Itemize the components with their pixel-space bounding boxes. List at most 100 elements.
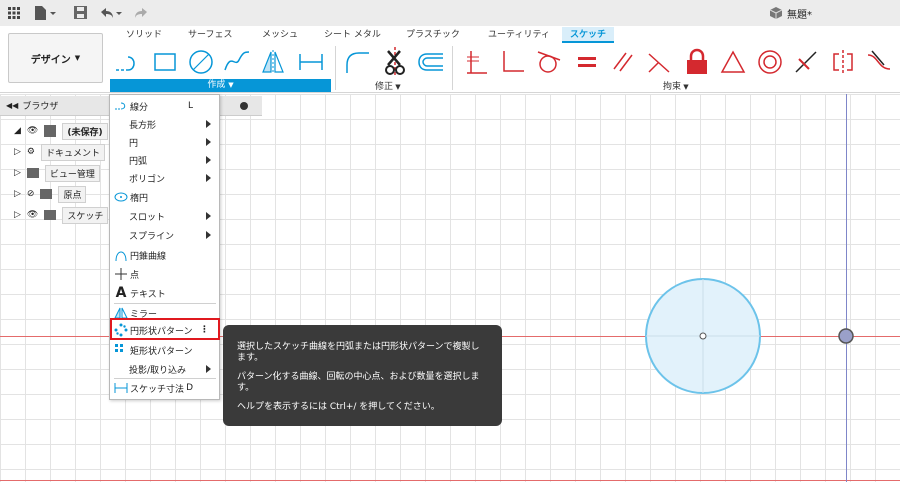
menu-item-spline[interactable]: スプライン — [110, 226, 219, 244]
title-bar: 無題* — [0, 0, 900, 26]
highlight-box — [110, 318, 220, 340]
collapse-icon[interactable]: ◀◀ — [6, 101, 18, 110]
menu-item-label: 矩形状パターン — [130, 346, 193, 357]
tree-item-document[interactable]: ▷ ⚙ ドキュメント — [14, 142, 106, 162]
symmetry-constraint-icon[interactable] — [828, 47, 858, 77]
browser-title: ブラウザ — [22, 102, 59, 112]
menu-item-line[interactable]: 線分 L — [110, 97, 219, 115]
save-icon[interactable] — [72, 4, 88, 21]
fix-constraint-icon[interactable] — [682, 47, 712, 77]
menu-item-label: 点 — [130, 270, 140, 281]
midpoint-constraint-icon[interactable] — [791, 47, 821, 77]
eye-hidden-icon[interactable]: ⊘ — [27, 189, 35, 199]
submenu-arrow-icon — [206, 231, 211, 239]
origin-point-icon[interactable] — [837, 327, 855, 345]
menu-item-project-include[interactable]: 投影/取り込み — [110, 360, 219, 378]
fillet-tool-icon[interactable] — [342, 47, 372, 77]
menu-item-slot[interactable]: スロット — [110, 207, 219, 225]
gear-icon: ⚙ — [26, 147, 35, 157]
tab-utility[interactable]: ユーティリティ — [488, 27, 550, 43]
menu-item-polygon[interactable]: ポリゴン — [110, 169, 219, 187]
menu-item-rectangle[interactable]: 長方形 — [110, 115, 219, 133]
chevron-down-icon: ▼ — [74, 54, 81, 62]
collinear-constraint-icon[interactable] — [644, 47, 674, 77]
modify-group-label: 修正 — [375, 82, 394, 92]
undo-icon[interactable] — [98, 4, 124, 21]
expand-triangle-icon[interactable]: ▷ — [14, 189, 21, 199]
tree-label-origin: 原点 — [58, 185, 87, 203]
apps-grid-icon[interactable] — [6, 4, 22, 21]
constraints-group-dropdown[interactable]: 拘束 ▼ — [663, 79, 689, 92]
tree-item-origin[interactable]: ▷ ⊘ 原点 — [14, 184, 87, 204]
spline-tool-icon[interactable] — [222, 47, 252, 77]
tree-root[interactable]: ◢ 👁 (未保存) — [14, 121, 108, 141]
smooth-constraint-icon[interactable] — [864, 47, 894, 77]
tab-sheet-metal[interactable]: シート メタル — [324, 27, 381, 43]
equal-constraint-icon[interactable] — [572, 47, 602, 77]
expand-triangle-icon[interactable]: ▷ — [14, 168, 21, 178]
menu-item-circle[interactable]: 円 — [110, 133, 219, 151]
tab-sketch[interactable]: スケッチ — [562, 27, 615, 43]
submenu-arrow-icon — [206, 212, 211, 220]
rectangle-tool-icon[interactable] — [150, 47, 180, 77]
document-tab[interactable]: 無題* — [770, 0, 812, 26]
folder-icon — [26, 168, 39, 178]
menu-item-label: スケッチ寸法 — [130, 384, 185, 395]
divider — [452, 46, 453, 90]
submenu-arrow-icon — [206, 120, 211, 128]
menu-item-sketch-dimension[interactable]: スケッチ寸法 D — [110, 379, 219, 397]
submenu-arrow-icon — [206, 138, 211, 146]
line-icon — [113, 98, 129, 114]
dimension-tool-icon[interactable] — [296, 47, 326, 77]
file-menu-icon[interactable] — [33, 4, 59, 21]
expand-triangle-icon[interactable]: ▷ — [14, 210, 21, 220]
expand-triangle-icon[interactable]: ▷ — [14, 147, 21, 157]
tooltip-description: 選択したスケッチ曲線を円弧または円形状パターンで複製します。 — [237, 342, 480, 363]
concentric-constraint-icon[interactable] — [755, 47, 785, 77]
menu-item-conic[interactable]: 円錐曲線 — [110, 246, 219, 264]
eye-icon[interactable]: 👁 — [27, 210, 38, 220]
menu-item-label: 円錐曲線 — [130, 251, 167, 262]
modify-group-dropdown[interactable]: 修正 ▼ — [375, 79, 401, 92]
browser-option-icon[interactable] — [240, 101, 248, 110]
create-group-dropdown[interactable]: 作成 ▼ — [110, 79, 331, 92]
menu-item-arc[interactable]: 円弧 — [110, 151, 219, 169]
menu-item-rectangular-pattern[interactable]: 矩形状パターン — [110, 341, 219, 359]
tab-plastic[interactable]: プラスチック — [406, 27, 460, 43]
triangle-constraint-icon[interactable] — [718, 47, 748, 77]
menu-item-point[interactable]: 点 — [110, 265, 219, 283]
offset-tool-icon[interactable] — [416, 47, 446, 77]
tab-solid[interactable]: ソリッド — [126, 27, 162, 43]
coincident-constraint-icon[interactable] — [463, 47, 493, 77]
menu-item-label: 円 — [129, 138, 139, 149]
component-icon — [44, 125, 57, 137]
menu-item-ellipse[interactable]: 楕円 — [110, 188, 219, 206]
line-tool-icon[interactable] — [113, 47, 143, 77]
trim-tool-icon[interactable] — [380, 47, 410, 77]
perpendicular-constraint-icon[interactable] — [498, 47, 528, 77]
parallel-constraint-icon[interactable] — [608, 47, 638, 77]
circle-tool-icon[interactable] — [186, 47, 216, 77]
tangent-constraint-icon[interactable] — [534, 47, 564, 77]
workspace-label: デザイン — [30, 54, 71, 66]
tab-mesh[interactable]: メッシュ — [262, 27, 298, 43]
workspace-dropdown[interactable]: デザイン ▼ — [8, 33, 103, 83]
tree-label-view: ビュー管理 — [44, 164, 100, 182]
divider — [335, 46, 336, 90]
tree-item-view[interactable]: ▷ ビュー管理 — [14, 163, 100, 183]
cube-icon — [770, 7, 782, 19]
menu-shortcut: L — [187, 101, 193, 111]
tree-item-sketch[interactable]: ▷ 👁 スケッチ — [14, 205, 109, 225]
redo-icon[interactable] — [134, 4, 150, 21]
expand-triangle-icon[interactable]: ◢ — [14, 126, 21, 136]
y-axis-line — [846, 94, 847, 482]
menu-item-label: 長方形 — [129, 120, 157, 131]
create-group-label: 作成 — [207, 80, 226, 90]
menu-item-label: 投影/取り込み — [129, 365, 187, 376]
mirror-tool-icon[interactable] — [258, 47, 288, 77]
eye-icon[interactable]: 👁 — [27, 126, 38, 136]
tab-surface[interactable]: サーフェス — [188, 27, 232, 43]
menu-item-text[interactable]: A テキスト — [110, 284, 219, 302]
sketch-circle[interactable] — [640, 275, 770, 399]
ellipse-icon — [113, 189, 129, 205]
